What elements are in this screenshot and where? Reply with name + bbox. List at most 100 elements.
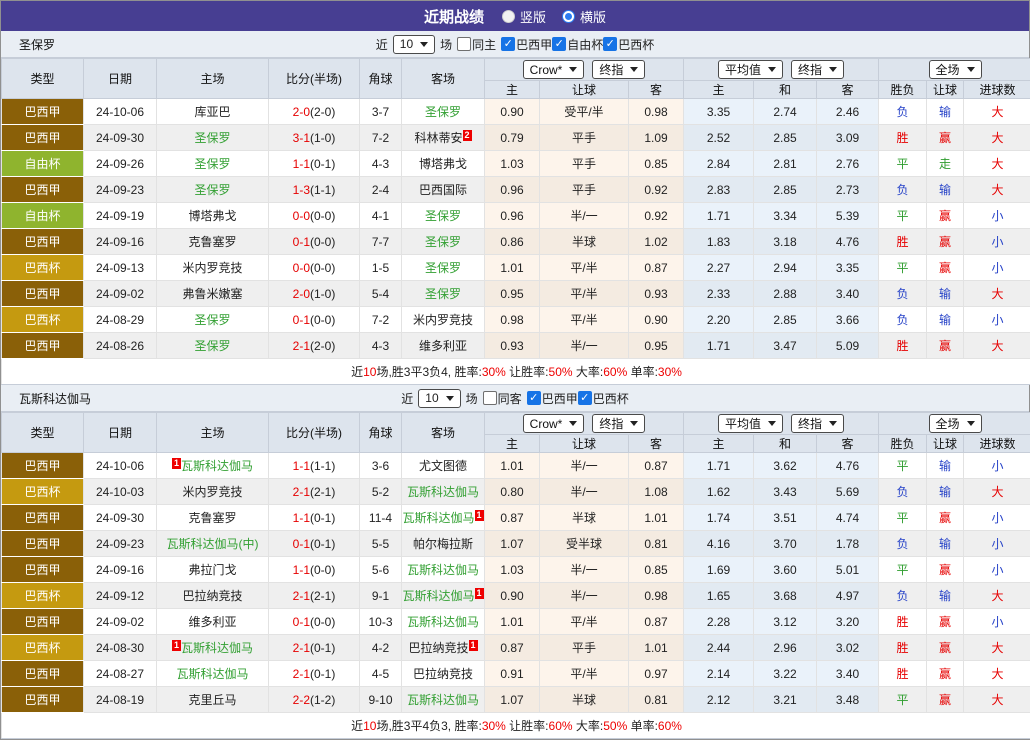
avg-home-cell: 1.71 xyxy=(684,453,754,479)
col-header-odds-home: 主 xyxy=(485,81,540,99)
filter-bar: 近 10 场 同主 ✓巴西甲✓自由杯✓巴西杯 xyxy=(376,35,654,54)
select-value: Crow* xyxy=(530,417,563,431)
odds-home-cell: 0.80 xyxy=(485,479,540,505)
league-filter-label: 巴西杯 xyxy=(593,390,629,407)
match-row: 巴西甲24-08-26圣保罗2-1(2-0)4-3维多利亚0.93半/一0.95… xyxy=(2,333,1030,359)
radio-unchecked-icon[interactable] xyxy=(502,10,515,23)
checkbox-unchecked-icon[interactable] xyxy=(483,391,497,405)
league-type-cell: 巴西甲 xyxy=(2,99,84,125)
away-team-cell: 博塔弗戈 xyxy=(402,151,485,177)
odds-away-cell: 0.93 xyxy=(629,281,684,307)
outcome-handicap-cell: 输 xyxy=(927,583,964,609)
outcome-handicap-cell: 输 xyxy=(927,453,964,479)
avg-final-select[interactable]: 终指 xyxy=(791,414,844,433)
league-filter-checkbox[interactable]: ✓巴西甲 xyxy=(527,390,578,407)
vertical-layout-radio[interactable]: 竖版 xyxy=(502,7,546,26)
league-filter-checkbox[interactable]: ✓巴西杯 xyxy=(603,36,654,53)
league-filter-checkbox[interactable]: ✓巴西甲 xyxy=(501,36,552,53)
corners-cell: 2-4 xyxy=(360,177,402,203)
same-venue-filter[interactable]: 同主 xyxy=(457,36,496,53)
col-header-avg-away: 客 xyxy=(817,435,879,453)
outcome-goals-cell: 小 xyxy=(964,505,1030,531)
half-time-score: (1-0) xyxy=(310,131,335,145)
avg-away-cell: 5.69 xyxy=(817,479,879,505)
outcome-handicap-cell: 赢 xyxy=(927,229,964,255)
near-count-select[interactable]: 10 xyxy=(393,35,435,54)
summary-segment: 近 xyxy=(351,719,363,733)
match-date-cell: 24-08-30 xyxy=(84,635,157,661)
summary-segment: 30% xyxy=(482,719,506,733)
league-filter-checkbox[interactable]: ✓巴西杯 xyxy=(578,390,629,407)
avg-away-cell: 5.01 xyxy=(817,557,879,583)
odds-handicap-cell: 受半球 xyxy=(540,531,629,557)
team-name: 圣保罗 xyxy=(425,105,461,119)
avg-home-cell: 2.84 xyxy=(684,151,754,177)
avg-source-select[interactable]: 平均值 xyxy=(718,414,783,433)
home-team-cell: 弗鲁米嫩塞 xyxy=(157,281,269,307)
corners-cell: 4-2 xyxy=(360,635,402,661)
radio-checked-icon[interactable] xyxy=(562,10,575,23)
near-count-select[interactable]: 10 xyxy=(418,389,460,408)
odds-handicap-cell: 半/一 xyxy=(540,479,629,505)
outcome-wdl-cell: 胜 xyxy=(879,609,927,635)
avg-home-cell: 2.12 xyxy=(684,687,754,713)
checkbox-unchecked-icon[interactable] xyxy=(457,37,471,51)
league-filter-checkbox[interactable]: ✓自由杯 xyxy=(552,36,603,53)
odds-away-cell: 0.81 xyxy=(629,531,684,557)
summary-segment: 大率: xyxy=(573,365,604,379)
league-filter-label: 巴西甲 xyxy=(516,36,552,53)
red-card-badge: 1 xyxy=(469,640,478,651)
avg-source-select[interactable]: 平均值 xyxy=(718,60,783,79)
checkbox-checked-icon[interactable]: ✓ xyxy=(501,37,515,51)
outcome-handicap-cell: 输 xyxy=(927,99,964,125)
team-name: 瓦斯科达伽马 xyxy=(402,589,474,603)
odds-away-cell: 0.87 xyxy=(629,453,684,479)
match-row: 自由杯24-09-26圣保罗1-1(0-1)4-3博塔弗戈1.03平手0.852… xyxy=(2,151,1030,177)
outcome-handicap-cell: 输 xyxy=(927,479,964,505)
half-time-score: (0-0) xyxy=(310,261,335,275)
same-venue-filter[interactable]: 同客 xyxy=(483,390,522,407)
match-row: 巴西甲24-10-061瓦斯科达伽马1-1(1-1)3-6尤文图德1.01半/一… xyxy=(2,453,1030,479)
odds-source-select[interactable]: Crow* xyxy=(523,60,585,79)
odds-handicap-cell: 半球 xyxy=(540,687,629,713)
outcome-handicap-cell: 走 xyxy=(927,151,964,177)
games-label: 场 xyxy=(466,390,478,407)
chevron-down-icon xyxy=(569,421,577,426)
odds-source-select[interactable]: Crow* xyxy=(523,414,585,433)
half-time-score: (2-1) xyxy=(310,589,335,603)
team-name: 博塔弗戈 xyxy=(188,209,236,223)
match-date-cell: 24-08-26 xyxy=(84,333,157,359)
result-scope-select[interactable]: 全场 xyxy=(929,414,982,433)
avg-home-cell: 2.14 xyxy=(684,661,754,687)
checkbox-checked-icon[interactable]: ✓ xyxy=(552,37,566,51)
checkbox-checked-icon[interactable]: ✓ xyxy=(578,391,592,405)
match-row: 巴西杯24-10-03米内罗竞技2-1(2-1)5-2瓦斯科达伽马0.80半/一… xyxy=(2,479,1030,505)
home-team-cell: 1瓦斯科达伽马 xyxy=(157,635,269,661)
avg-final-select[interactable]: 终指 xyxy=(791,60,844,79)
away-team-cell: 科林蒂安2 xyxy=(402,125,485,151)
avg-away-cell: 5.39 xyxy=(817,203,879,229)
summary-segment: 场,胜3平4负3, 胜率: xyxy=(376,719,481,733)
horizontal-layout-radio[interactable]: 横版 xyxy=(562,7,606,26)
away-team-cell: 巴拉纳竞技 xyxy=(402,661,485,687)
checkbox-checked-icon[interactable]: ✓ xyxy=(527,391,541,405)
result-scope-select[interactable]: 全场 xyxy=(929,60,982,79)
outcome-goals-cell: 大 xyxy=(964,281,1030,307)
outcome-goals-cell: 大 xyxy=(964,333,1030,359)
summary-segment: 让胜率: xyxy=(506,719,549,733)
odds-final-select[interactable]: 终指 xyxy=(592,414,645,433)
chevron-down-icon xyxy=(768,421,776,426)
corners-cell: 11-4 xyxy=(360,505,402,531)
league-filter-label: 巴西甲 xyxy=(542,390,578,407)
near-label: 近 xyxy=(376,36,388,53)
odds-final-select[interactable]: 终指 xyxy=(592,60,645,79)
team-name: 弗鲁米嫩塞 xyxy=(182,287,242,301)
match-row: 巴西甲24-09-30圣保罗3-1(1-0)7-2科林蒂安20.79平手1.09… xyxy=(2,125,1030,151)
full-time-score: 0-1 xyxy=(293,313,310,327)
outcome-goals-cell: 大 xyxy=(964,661,1030,687)
checkbox-checked-icon[interactable]: ✓ xyxy=(603,37,617,51)
odds-home-cell: 0.91 xyxy=(485,661,540,687)
outcome-wdl-cell: 负 xyxy=(879,99,927,125)
odds-handicap-cell: 平手 xyxy=(540,635,629,661)
avg-away-cell: 3.02 xyxy=(817,635,879,661)
